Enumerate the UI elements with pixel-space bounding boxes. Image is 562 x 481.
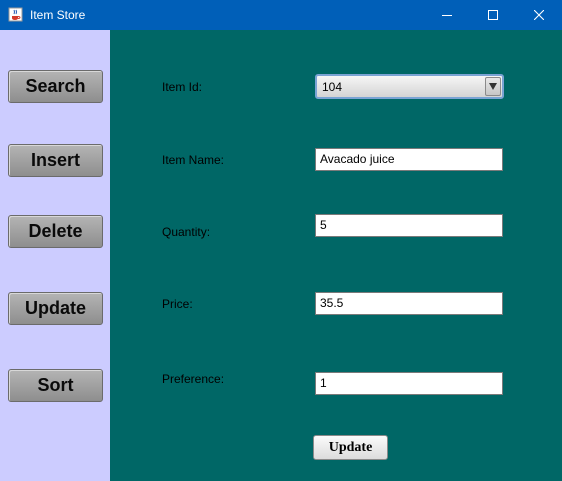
close-button[interactable] <box>516 0 562 30</box>
preference-field[interactable]: 1 <box>315 372 503 395</box>
window-title: Item Store <box>30 8 86 22</box>
item-id-label: Item Id: <box>162 80 203 94</box>
item-name-label: Item Name: <box>162 153 225 167</box>
update-nav-button[interactable]: Update <box>8 292 103 325</box>
sidebar: Search Insert Delete Update Sort <box>0 30 110 481</box>
item-id-combobox[interactable]: 104 <box>315 74 504 99</box>
quantity-field[interactable]: 5 <box>315 214 503 237</box>
item-store-window: Item Store Search Insert Delete Update S… <box>0 0 562 481</box>
maximize-button[interactable] <box>470 0 516 30</box>
java-coffee-cup-icon <box>8 7 23 22</box>
price-label: Price: <box>162 297 193 311</box>
minimize-button[interactable] <box>424 0 470 30</box>
chevron-down-icon <box>489 83 497 90</box>
search-button[interactable]: Search <box>8 70 103 103</box>
close-icon <box>534 10 544 20</box>
minimize-icon <box>442 15 452 16</box>
price-field[interactable]: 35.5 <box>315 292 503 315</box>
title-bar[interactable]: Item Store <box>0 0 562 30</box>
sort-button[interactable]: Sort <box>8 369 103 402</box>
quantity-label: Quantity: <box>162 225 211 239</box>
item-id-selected-value: 104 <box>322 80 343 94</box>
update-button[interactable]: Update <box>313 435 388 460</box>
preference-label: Preference: <box>162 372 225 386</box>
dropdown-arrow-button[interactable] <box>485 77 501 96</box>
item-name-field[interactable]: Avacado juice <box>315 148 503 171</box>
insert-button[interactable]: Insert <box>8 144 103 177</box>
maximize-icon <box>488 10 498 20</box>
delete-button[interactable]: Delete <box>8 215 103 248</box>
